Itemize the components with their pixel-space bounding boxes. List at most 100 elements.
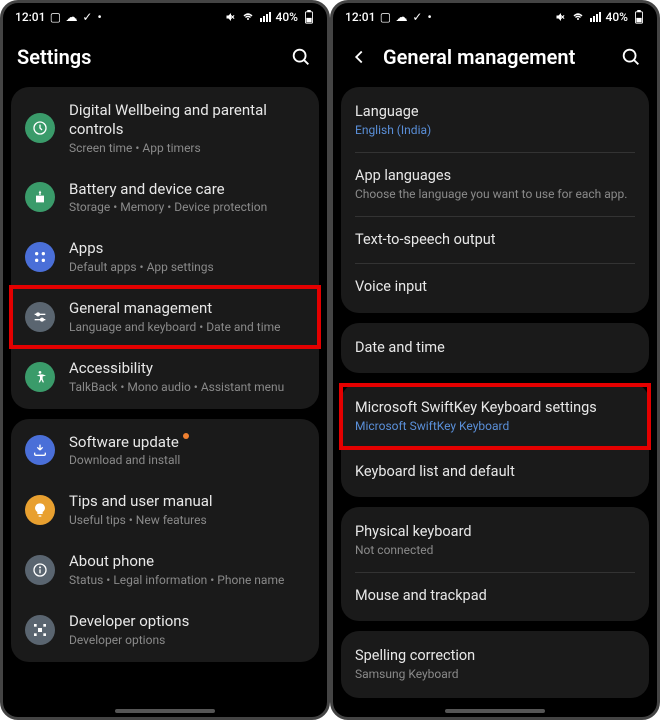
item-title: Microsoft SwiftKey Keyboard settings — [355, 399, 635, 417]
item-text: Text-to-speech output — [355, 231, 635, 249]
settings-group: Date and time — [341, 323, 649, 373]
search-button[interactable] — [619, 45, 643, 69]
settings-item[interactable]: Mouse and trackpad — [341, 573, 649, 619]
item-text: Digital Wellbeing and parental controls S… — [69, 101, 305, 156]
apps-icon — [25, 242, 55, 272]
item-title: Battery and device care — [69, 180, 305, 199]
signal-icon — [589, 11, 601, 23]
settings-item[interactable]: Spelling correction Samsung Keyboard — [341, 633, 649, 696]
settings-item[interactable]: App languages Choose the language you wan… — [341, 153, 649, 216]
item-text: App languages Choose the language you wan… — [355, 167, 635, 202]
item-title: Spelling correction — [355, 647, 635, 665]
battery-text: 40% — [276, 10, 298, 24]
mute-icon — [555, 11, 567, 23]
wifi-icon — [572, 11, 584, 23]
image-icon: ▢ — [49, 11, 61, 23]
settings-group: Software updateDownload and install Tips … — [11, 419, 319, 662]
page-title: Settings — [17, 45, 277, 69]
item-subtitle: Storage • Memory • Device protection — [69, 200, 305, 215]
settings-list[interactable]: Language English (India) App languages Choo… — [333, 87, 657, 717]
settings-list[interactable]: Digital Wellbeing and parental controls S… — [3, 87, 327, 717]
item-text: Battery and device careStorage • Memory … — [69, 180, 305, 216]
phone-left: 12:01 ▢ ☁ ✓ • 40% Settings Digital Wellb… — [0, 0, 330, 720]
battery-icon — [633, 11, 645, 23]
item-text: Software updateDownload and install — [69, 433, 305, 469]
battery-icon — [303, 11, 315, 23]
image-icon: ▢ — [379, 11, 391, 23]
check-icon: ✓ — [81, 11, 93, 23]
item-subtitle: English (India) — [355, 123, 635, 138]
signal-icon — [259, 11, 271, 23]
home-indicator[interactable] — [445, 709, 545, 713]
settings-item[interactable]: Date and time — [341, 325, 649, 371]
settings-item[interactable]: Keyboard list and default — [341, 449, 649, 495]
item-subtitle: Samsung Keyboard — [355, 667, 635, 682]
status-bar: 12:01 ▢ ☁ ✓ • 40% — [3, 3, 327, 31]
page-title: General management — [383, 45, 607, 69]
item-title: Apps — [69, 239, 305, 258]
settings-group: Microsoft SwiftKey Keyboard settings Micr… — [341, 383, 649, 497]
home-indicator[interactable] — [115, 709, 215, 713]
status-bar: 12:01 ▢ ☁ ✓ • 40% — [333, 3, 657, 31]
settings-item[interactable]: General management Language and keyboard … — [11, 287, 319, 347]
item-subtitle: Choose the language you want to use for … — [355, 187, 635, 202]
item-subtitle: Language and keyboard • Date and time — [69, 320, 305, 335]
status-dot: • — [97, 10, 101, 24]
settings-group: Digital Wellbeing and parental controls S… — [11, 87, 319, 409]
settings-item[interactable]: Developer options Developer options — [11, 600, 319, 660]
wifi-icon — [242, 11, 254, 23]
settings-item[interactable]: Accessibility TalkBack • Mono audio • Ass… — [11, 347, 319, 407]
item-text: Keyboard list and default — [355, 463, 635, 481]
item-text: Tips and user manualUseful tips • New fe… — [69, 492, 305, 528]
phone-right: 12:01 ▢ ☁ ✓ • 40% General management Lan… — [330, 0, 660, 720]
item-subtitle: Microsoft SwiftKey Keyboard — [355, 419, 635, 434]
item-text: Physical keyboard Not connected — [355, 523, 635, 558]
item-title: Software update — [69, 433, 305, 452]
header: Settings — [3, 31, 327, 87]
item-title: Developer options — [69, 612, 305, 631]
item-title: About phone — [69, 552, 305, 571]
search-button[interactable] — [289, 45, 313, 69]
item-subtitle: Developer options — [69, 633, 305, 648]
item-title: Physical keyboard — [355, 523, 635, 541]
item-title: Keyboard list and default — [355, 463, 635, 481]
item-title: General management — [69, 299, 305, 318]
settings-item[interactable]: Battery and device careStorage • Memory … — [11, 168, 319, 228]
item-text: Date and time — [355, 339, 635, 357]
item-title: Digital Wellbeing and parental controls — [69, 101, 305, 139]
item-title: Language — [355, 103, 635, 121]
item-subtitle: TalkBack • Mono audio • Assistant menu — [69, 380, 305, 395]
settings-item[interactable]: Text-to-speech output — [341, 217, 649, 263]
accessibility-icon — [25, 362, 55, 392]
settings-item[interactable]: About phone Status • Legal information • … — [11, 540, 319, 600]
item-text: Mouse and trackpad — [355, 587, 635, 605]
item-subtitle: Default apps • App settings — [69, 260, 305, 275]
item-subtitle: Not connected — [355, 543, 635, 558]
item-subtitle: Screen time • App timers — [69, 141, 305, 156]
item-text: Language English (India) — [355, 103, 635, 138]
settings-item[interactable]: Language English (India) — [341, 89, 649, 152]
update-icon — [25, 435, 55, 465]
dev-icon — [25, 615, 55, 645]
settings-item[interactable]: Voice input — [341, 264, 649, 310]
settings-item[interactable]: Digital Wellbeing and parental controls S… — [11, 89, 319, 168]
item-text: Voice input — [355, 278, 635, 296]
settings-item[interactable]: Physical keyboard Not connected — [341, 509, 649, 572]
settings-group: Physical keyboard Not connected Mouse and … — [341, 507, 649, 621]
item-subtitle: Status • Legal information • Phone name — [69, 573, 305, 588]
item-title: Mouse and trackpad — [355, 587, 635, 605]
item-text: Accessibility TalkBack • Mono audio • Ass… — [69, 359, 305, 395]
settings-item[interactable]: Software updateDownload and install — [11, 421, 319, 481]
settings-item[interactable]: Apps Default apps • App settings — [11, 227, 319, 287]
back-button[interactable] — [347, 45, 371, 69]
item-title: Accessibility — [69, 359, 305, 378]
settings-item[interactable]: Microsoft SwiftKey Keyboard settings Micr… — [341, 385, 649, 448]
item-text: About phone Status • Legal information • … — [69, 552, 305, 588]
item-title: Voice input — [355, 278, 635, 296]
status-time: 12:01 — [345, 10, 375, 24]
item-title: App languages — [355, 167, 635, 185]
check-icon: ✓ — [411, 11, 423, 23]
battery-text: 40% — [606, 10, 628, 24]
item-text: Developer options Developer options — [69, 612, 305, 648]
settings-item[interactable]: Tips and user manualUseful tips • New fe… — [11, 480, 319, 540]
